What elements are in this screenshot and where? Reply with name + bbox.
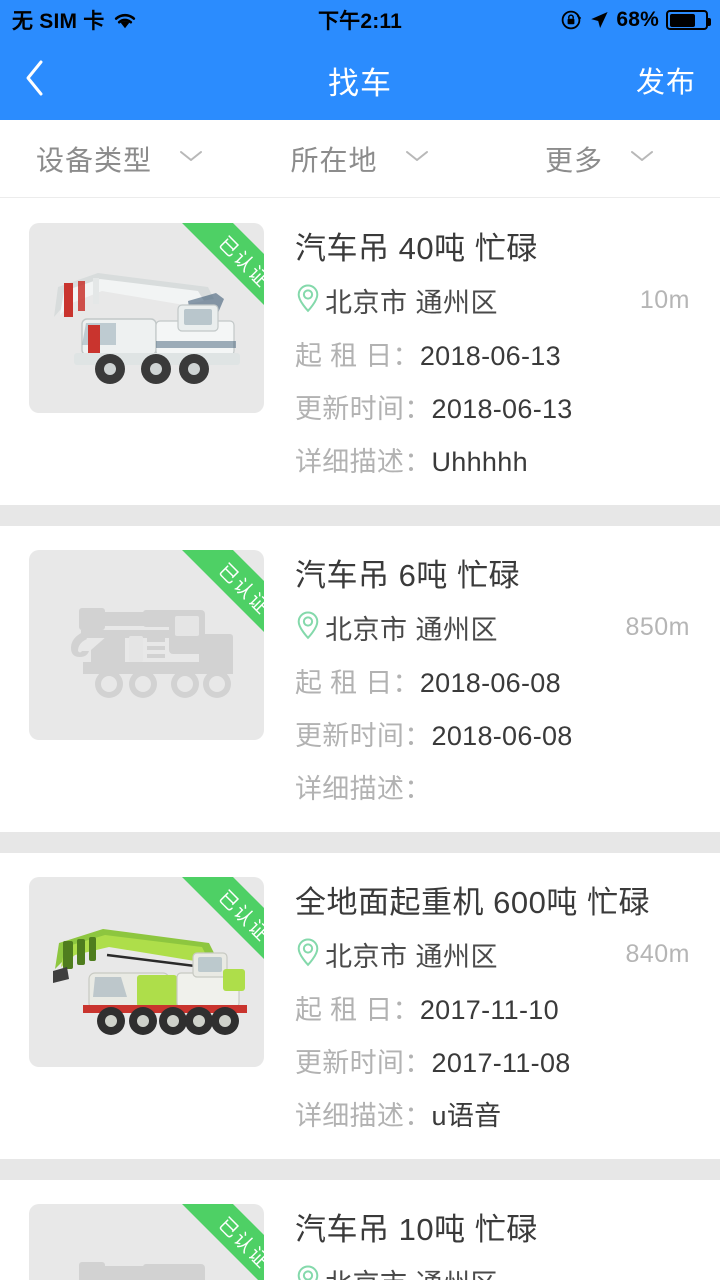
map-pin-icon (295, 283, 321, 318)
listing-title: 全地面起重机 600吨 忙碌 (295, 885, 650, 920)
map-pin-icon (295, 610, 321, 645)
rent-date-value: 2017-11-10 (419, 995, 559, 1025)
list-separator (0, 505, 720, 526)
update-time-value: 2018-06-08 (431, 721, 573, 751)
description-value: Uhhhhh (431, 447, 528, 477)
listing-info: 全地面起重机 600吨 忙碌 北京市 通州区 840m 起 租 日：2017-1… (264, 877, 720, 1133)
listing-description-row: 详细描述：Uhhhhh (295, 440, 698, 479)
crane-photo-green-image (29, 877, 264, 1067)
update-time-value: 2018-06-13 (431, 394, 573, 424)
update-time-value: 2017-11-08 (431, 1048, 571, 1078)
thumbnail-wrapper: 已认证 (29, 550, 264, 806)
listing-location: 北京市 通州区 (325, 942, 499, 972)
list-separator (0, 1159, 720, 1180)
listing-update-time-row: 更新时间：2017-11-08 (295, 1041, 698, 1080)
listing-distance: 840m (625, 940, 690, 968)
listing-rent-date-row: 起 租 日：2018-06-13 (295, 334, 698, 373)
status-bar: 无 SIM 卡 下午2:11 68% (0, 0, 720, 40)
list-item[interactable]: 已认证 汽车吊 40吨 忙碌 北京市 通州区 10m 起 租 日：2018-06… (0, 199, 720, 505)
chevron-left-icon (24, 59, 46, 102)
listing-thumbnail[interactable]: 已认证 (29, 877, 264, 1067)
rent-date-label: 起 租 日： (295, 995, 420, 1025)
listing-location-row: 北京市 通州区 10m (295, 281, 698, 320)
crane-photo-white-image (29, 223, 264, 413)
listing-thumbnail[interactable]: 已认证 (29, 1204, 264, 1280)
filter-label: 更多 (544, 144, 603, 176)
status-bar-right: 68% (560, 8, 711, 32)
listing-title: 汽车吊 40吨 忙碌 (295, 231, 538, 266)
listing-info: 汽车吊 40吨 忙碌 北京市 通州区 10m 起 租 日：2018-06-13 (264, 223, 720, 479)
rent-date-label: 起 租 日： (295, 668, 420, 698)
location-arrow-icon (589, 10, 609, 30)
update-time-label: 更新时间： (295, 1048, 432, 1078)
filter-bar: 设备类型 所在地 更多 (0, 120, 720, 198)
filter-label: 所在地 (290, 144, 378, 176)
listing-distance: 10m (639, 286, 690, 314)
update-time-label: 更新时间： (295, 721, 432, 751)
list-item[interactable]: 已认证 汽车吊 10吨 忙碌 北京市 通州区 (0, 1180, 720, 1280)
rent-date-value: 2018-06-08 (419, 668, 561, 698)
list-separator (0, 832, 720, 853)
listing-rent-date-row: 起 租 日：2018-06-08 (295, 661, 698, 700)
listing-thumbnail[interactable]: 已认证 (29, 223, 264, 413)
chevron-down-icon (404, 148, 430, 169)
page-title: 找车 (328, 65, 392, 101)
filter-more[interactable]: 更多 (480, 139, 720, 179)
update-time-label: 更新时间： (295, 394, 432, 424)
crane-placeholder-image (29, 1204, 264, 1280)
rent-date-label: 起 租 日： (295, 341, 420, 371)
publish-button[interactable]: 发布 (636, 59, 696, 101)
carrier-label: 无 SIM 卡 (12, 10, 105, 33)
rent-date-value: 2018-06-13 (419, 341, 561, 371)
navigation-bar: 找车 发布 (0, 40, 720, 120)
battery-icon (666, 10, 711, 30)
filter-equipment-type[interactable]: 设备类型 (0, 139, 240, 179)
listing-location-row: 北京市 通州区 850m (295, 608, 698, 647)
description-label: 详细描述： (295, 1101, 432, 1131)
filter-label: 设备类型 (35, 144, 152, 176)
battery-fill (669, 13, 696, 27)
list-item[interactable]: 已认证 汽车吊 6吨 忙碌 北京市 通州区 850m 起 租 日：2018-06… (0, 526, 720, 832)
listing-location-row: 北京市 通州区 (295, 1262, 698, 1280)
chevron-down-icon (629, 148, 655, 169)
listing-info: 汽车吊 6吨 忙碌 北京市 通州区 850m 起 租 日：2018-06-08 (264, 550, 720, 806)
listing-distance: 850m (625, 613, 690, 641)
listing-rent-date-row: 起 租 日：2017-11-10 (295, 988, 698, 1027)
thumbnail-wrapper: 已认证 (29, 223, 264, 479)
thumbnail-wrapper: 已认证 (29, 1204, 264, 1280)
description-value: u语音 (431, 1101, 502, 1131)
status-bar-left: 无 SIM 卡 (12, 5, 138, 35)
map-pin-icon (295, 1264, 321, 1280)
chevron-down-icon (178, 148, 204, 169)
description-label: 详细描述： (295, 447, 432, 477)
app-screen: 无 SIM 卡 下午2:11 68% 找车 发布 设备类型 所在地 更多 已认证… (0, 0, 720, 1280)
description-label: 详细描述： (295, 774, 432, 804)
listing-update-time-row: 更新时间：2018-06-08 (295, 714, 698, 753)
listing-title: 汽车吊 10吨 忙碌 (295, 1212, 538, 1247)
wifi-icon (112, 10, 138, 30)
listing-title: 汽车吊 6吨 忙碌 (295, 558, 520, 593)
crane-placeholder-image (29, 550, 264, 740)
listing-location: 北京市 通州区 (325, 288, 499, 318)
listing-location: 北京市 通州区 (325, 1262, 498, 1280)
list-item[interactable]: 已认证 全地面起重机 600吨 忙碌 北京市 通州区 840m 起 租 日：20… (0, 853, 720, 1159)
listing-location: 北京市 通州区 (325, 615, 499, 645)
listing-description-row: 详细描述：u语音 (295, 1094, 698, 1133)
battery-percent-label: 68% (616, 8, 659, 31)
listing-description-row: 详细描述： (295, 767, 698, 806)
back-button[interactable] (24, 60, 64, 100)
thumbnail-wrapper: 已认证 (29, 877, 264, 1133)
listing-thumbnail[interactable]: 已认证 (29, 550, 264, 740)
listing-update-time-row: 更新时间：2018-06-13 (295, 387, 698, 426)
rotation-lock-icon (560, 9, 582, 31)
listing-list[interactable]: 已认证 汽车吊 40吨 忙碌 北京市 通州区 10m 起 租 日：2018-06… (0, 199, 720, 1280)
listing-location-row: 北京市 通州区 840m (295, 935, 698, 974)
listing-info: 汽车吊 10吨 忙碌 北京市 通州区 (264, 1204, 720, 1280)
filter-location[interactable]: 所在地 (240, 139, 480, 179)
map-pin-icon (295, 937, 321, 972)
